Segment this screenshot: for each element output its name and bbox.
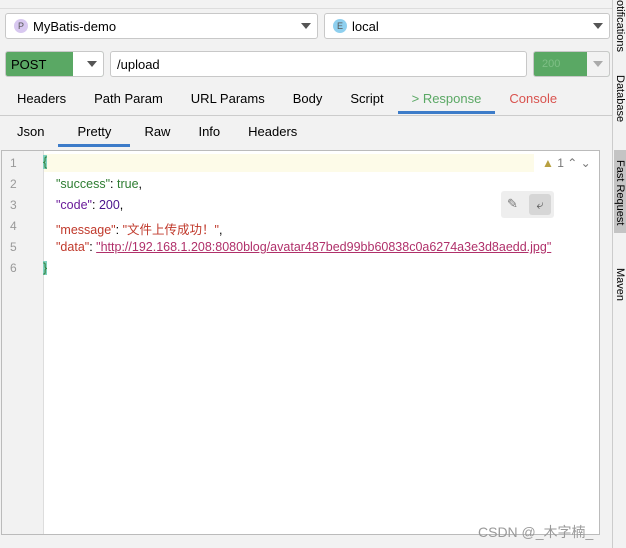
response-editor[interactable]: 1 2 3 4 5 6 { "success": true, "code": 2… [1, 150, 600, 535]
url-input[interactable]: /upload [110, 51, 527, 77]
subtab-pretty[interactable]: Pretty [58, 117, 131, 147]
project-badge: P [14, 19, 28, 33]
divider [0, 115, 612, 116]
editor-actions: ✎ ⤶ [501, 191, 554, 218]
env-select[interactable]: E local [324, 13, 610, 39]
brace-close: } [43, 261, 48, 275]
chevron-up-icon: ⌃ [567, 156, 578, 170]
data-url-link[interactable]: "http://192.168.1.208:8080blog/avatar487… [96, 240, 551, 254]
tab-body[interactable]: Body [279, 84, 337, 114]
chevron-down-icon [593, 23, 603, 29]
chevron-down-icon: ⌄ [580, 156, 591, 170]
line-number: 6 [10, 261, 17, 275]
subtab-headers[interactable]: Headers [234, 117, 311, 147]
tab-console[interactable]: Console [495, 84, 571, 114]
top-toolbar [0, 0, 612, 9]
env-name: local [352, 18, 379, 34]
right-tool-strip: otifications Database Fast Request Maven [612, 0, 626, 548]
sidebar-notifications[interactable]: otifications [614, 0, 626, 52]
subtab-json[interactable]: Json [3, 117, 58, 147]
subtab-info[interactable]: Info [184, 117, 234, 147]
project-select[interactable]: P MyBatis-demo [5, 13, 318, 39]
brace-open: { [43, 155, 48, 169]
line-gutter [2, 151, 44, 534]
response-tabs: Json Pretty Raw Info Headers [3, 117, 311, 147]
method-value: POST [11, 56, 47, 72]
line-number: 4 [10, 219, 17, 233]
code-line-message: "message": "文件上传成功！", [56, 223, 223, 237]
chevron-down-icon [87, 61, 97, 67]
watermark: CSDN @_木字楠_ [478, 524, 594, 540]
subtab-raw[interactable]: Raw [130, 117, 184, 147]
code-line-success: "success": true, [56, 177, 143, 191]
url-value: /upload [117, 56, 160, 72]
soft-wrap-icon[interactable]: ⤶ [529, 194, 551, 215]
send-button[interactable]: 200 [533, 51, 610, 77]
warning-indicator[interactable]: ▲ 1 ⌃ ⌄ [542, 156, 591, 170]
status-value: 200 [542, 58, 561, 70]
request-tabs: Headers Path Param URL Params Body Scrip… [3, 84, 571, 114]
sidebar-fast-request[interactable]: Fast Request [614, 150, 626, 234]
method-select[interactable]: POST [5, 51, 104, 77]
line-number: 2 [10, 177, 17, 191]
line-number: 1 [10, 156, 17, 170]
tab-headers[interactable]: Headers [3, 84, 80, 114]
code-line-code: "code": 200, [56, 198, 124, 212]
tab-url-params[interactable]: URL Params [177, 84, 279, 114]
magic-wand-icon[interactable]: ✎ [507, 196, 518, 212]
tab-script[interactable]: Script [336, 84, 397, 114]
tab-path-param[interactable]: Path Param [80, 84, 177, 114]
line-number: 5 [10, 240, 17, 254]
env-badge: E [333, 19, 347, 33]
sidebar-maven[interactable]: Maven [614, 268, 626, 301]
tab-response[interactable]: > Response [397, 84, 496, 114]
chevron-down-icon [593, 61, 603, 67]
chevron-down-icon [301, 23, 311, 29]
code-line-data: "data": "http://192.168.1.208:8080blog/a… [56, 240, 552, 254]
project-name: MyBatis-demo [33, 18, 117, 34]
line-number: 3 [10, 198, 17, 212]
warning-icon: ▲ [542, 156, 554, 170]
sidebar-database[interactable]: Database [614, 75, 626, 122]
